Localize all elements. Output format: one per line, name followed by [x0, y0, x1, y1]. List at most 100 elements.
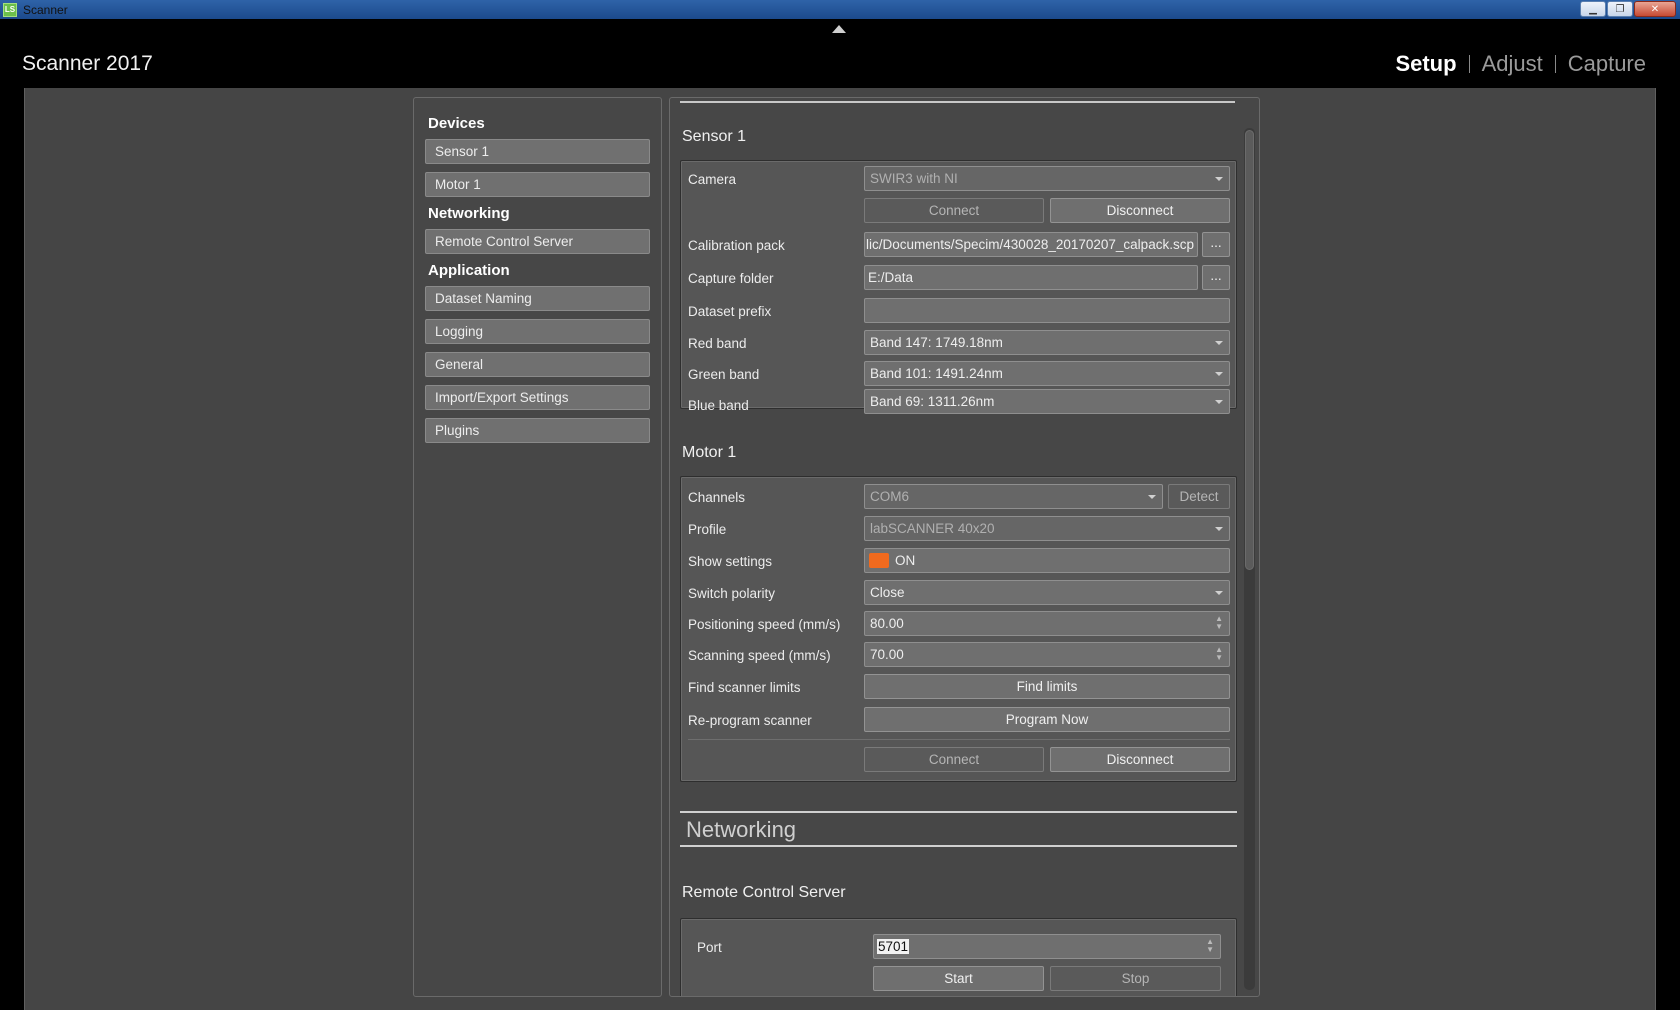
sensor-settings-box: Camera SWIR3 with NI Connect Disconnect …	[680, 160, 1237, 414]
red-band-select[interactable]: Band 147: 1749.18nm	[864, 330, 1230, 355]
green-band-label: Green band	[688, 367, 760, 382]
calibration-input[interactable]: lic/Documents/Specim/430028_20170207_cal…	[864, 232, 1198, 257]
green-band-value: Band 101: 1491.24nm	[870, 366, 1003, 381]
menu-item-sensor-1[interactable]: Sensor 1	[425, 139, 650, 164]
switch-polarity-value: Close	[870, 585, 905, 600]
green-band-row: Green band Band 101: 1491.24nm	[681, 361, 1236, 389]
profile-select[interactable]: labSCANNER 40x20	[864, 516, 1230, 541]
menu-item-general[interactable]: General	[425, 352, 650, 377]
chevron-down-icon	[1215, 177, 1223, 181]
top-navigation: Setup Adjust Capture	[1383, 51, 1658, 77]
port-row: Port 5701 ▲ ▼	[681, 934, 1236, 962]
spin-arrows-icon[interactable]: ▲ ▼	[1206, 938, 1214, 954]
calibration-label: Calibration pack	[688, 238, 785, 253]
red-band-label: Red band	[688, 336, 747, 351]
chevron-down-icon	[1215, 527, 1223, 531]
camera-row: Camera SWIR3 with NI	[681, 166, 1236, 194]
motor-connect-button[interactable]: Connect	[864, 747, 1044, 772]
motor-disconnect-button[interactable]: Disconnect	[1050, 747, 1230, 772]
green-band-select[interactable]: Band 101: 1491.24nm	[864, 361, 1230, 386]
menu-item-logging[interactable]: Logging	[425, 319, 650, 344]
minimize-icon[interactable]: ▁	[1580, 1, 1606, 17]
channels-row: Channels COM6 Detect	[681, 484, 1236, 512]
networking-header: Networking	[680, 811, 1237, 847]
spin-arrows-icon[interactable]: ▲ ▼	[1215, 646, 1223, 662]
camera-value: SWIR3 with NI	[870, 171, 958, 186]
server-stop-button[interactable]: Stop	[1050, 966, 1221, 991]
server-start-button[interactable]: Start	[873, 966, 1044, 991]
window-title: Scanner	[23, 2, 68, 17]
app-title: Scanner 2017	[22, 52, 153, 75]
blue-band-row: Blue band Band 69: 1311.26nm	[681, 389, 1236, 417]
sensor-section-title: Sensor 1	[682, 128, 747, 145]
calibration-row: Calibration pack lic/Documents/Specim/43…	[681, 232, 1236, 260]
dataset-prefix-input[interactable]	[864, 298, 1230, 323]
capture-folder-browse-button[interactable]: ...	[1202, 265, 1230, 290]
scanning-speed-label: Scanning speed (mm/s)	[688, 648, 831, 663]
port-label: Port	[697, 940, 722, 955]
divider	[680, 101, 1235, 103]
find-limits-row: Find scanner limits Find limits	[681, 674, 1236, 702]
show-settings-toggle[interactable]: ON	[864, 548, 1230, 573]
channels-select[interactable]: COM6	[864, 484, 1163, 509]
chevron-down-icon	[1215, 341, 1223, 345]
scrollbar-thumb[interactable]	[1245, 130, 1254, 570]
menu-item-plugins[interactable]: Plugins	[425, 418, 650, 443]
toggle-indicator	[869, 553, 889, 568]
nav-capture[interactable]: Capture	[1556, 51, 1658, 77]
window-titlebar: LS Scanner ▁ ❐ ✕	[0, 0, 1680, 19]
section-devices: Devices	[428, 115, 485, 132]
menu-item-motor-1[interactable]: Motor 1	[425, 172, 650, 197]
capture-folder-row: Capture folder E:/Data ...	[681, 265, 1236, 293]
program-now-button[interactable]: Program Now	[864, 707, 1230, 732]
nav-adjust[interactable]: Adjust	[1470, 51, 1555, 77]
section-application: Application	[428, 262, 510, 279]
profile-label: Profile	[688, 522, 727, 537]
app-icon: LS	[3, 2, 17, 17]
channels-value: COM6	[870, 489, 910, 504]
menu-item-import-export[interactable]: Import/Export Settings	[425, 385, 650, 410]
positioning-speed-label: Positioning speed (mm/s)	[688, 617, 841, 632]
positioning-speed-value: 80.00	[870, 616, 904, 631]
scanning-speed-row: Scanning speed (mm/s) 70.00 ▲ ▼	[681, 642, 1236, 670]
red-band-value: Band 147: 1749.18nm	[870, 335, 1003, 350]
settings-menu: Devices Sensor 1 Motor 1 Networking Remo…	[413, 97, 662, 997]
dataset-prefix-row: Dataset prefix	[681, 298, 1236, 326]
main-area: Devices Sensor 1 Motor 1 Networking Remo…	[24, 88, 1656, 1010]
switch-polarity-select[interactable]: Close	[864, 580, 1230, 605]
nav-setup[interactable]: Setup	[1383, 51, 1468, 77]
collapse-arrow-icon[interactable]	[832, 25, 846, 33]
show-settings-row: Show settings ON	[681, 548, 1236, 576]
sensor-connect-button[interactable]: Connect	[864, 198, 1044, 223]
menu-item-remote-control-server[interactable]: Remote Control Server	[425, 229, 650, 254]
profile-value: labSCANNER 40x20	[870, 521, 995, 536]
scanning-speed-stepper[interactable]: 70.00 ▲ ▼	[864, 642, 1230, 667]
capture-folder-label: Capture folder	[688, 271, 774, 286]
camera-select[interactable]: SWIR3 with NI	[864, 166, 1230, 191]
positioning-speed-stepper[interactable]: 80.00 ▲ ▼	[864, 611, 1230, 636]
blue-band-select[interactable]: Band 69: 1311.26nm	[864, 389, 1230, 414]
chevron-down-icon	[1215, 400, 1223, 404]
menu-item-dataset-naming[interactable]: Dataset Naming	[425, 286, 650, 311]
spin-arrows-icon[interactable]: ▲ ▼	[1215, 615, 1223, 631]
find-limits-label: Find scanner limits	[688, 680, 801, 695]
camera-label: Camera	[688, 172, 737, 187]
section-networking: Networking	[428, 205, 510, 222]
sensor-disconnect-button[interactable]: Disconnect	[1050, 198, 1230, 223]
find-limits-button[interactable]: Find limits	[864, 674, 1230, 699]
capture-folder-input[interactable]: E:/Data	[864, 265, 1198, 290]
remote-server-title: Remote Control Server	[682, 884, 846, 901]
port-input[interactable]: 5701 ▲ ▼	[873, 934, 1221, 959]
reprogram-label: Re-program scanner	[688, 713, 812, 728]
show-settings-label: Show settings	[688, 554, 773, 569]
maximize-icon[interactable]: ❐	[1607, 1, 1633, 17]
dataset-prefix-label: Dataset prefix	[688, 304, 772, 319]
chevron-down-icon	[1148, 495, 1156, 499]
divider	[688, 739, 1230, 740]
motor-section-title: Motor 1	[682, 444, 737, 461]
reprogram-row: Re-program scanner Program Now	[681, 707, 1236, 735]
detect-button[interactable]: Detect	[1168, 484, 1230, 509]
blue-band-label: Blue band	[688, 398, 749, 413]
close-icon[interactable]: ✕	[1634, 1, 1676, 17]
calibration-browse-button[interactable]: ...	[1202, 232, 1230, 257]
